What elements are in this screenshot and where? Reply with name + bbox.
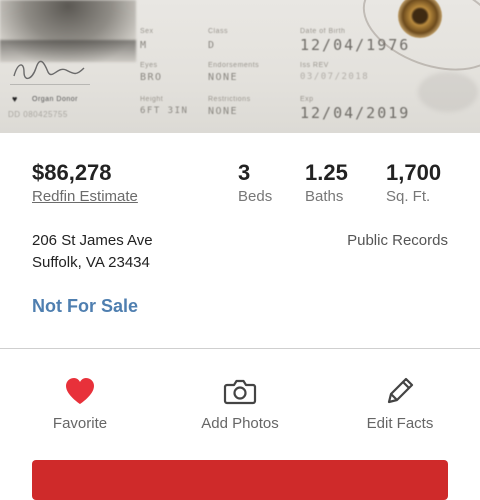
exp-value: 12/04/2019 — [300, 104, 411, 122]
height-label: Height — [140, 96, 164, 103]
sale-status: Not For Sale — [32, 296, 139, 316]
endorsements-label: Endorsements — [208, 62, 260, 69]
divider — [0, 348, 480, 349]
baths-value: 1.25 — [305, 160, 348, 185]
address-line2: Suffolk, VA 23434 — [32, 254, 150, 271]
sex-value: M — [140, 40, 148, 51]
edit-facts-button[interactable]: Edit Facts — [320, 374, 480, 432]
heart-icon — [66, 378, 94, 404]
sqft-value: 1,700 — [386, 160, 442, 185]
eyes-label: Eyes — [140, 62, 158, 69]
favorite-label: Favorite — [52, 415, 108, 432]
add-photos-button[interactable]: Add Photos — [160, 374, 320, 432]
ghost-image — [418, 72, 478, 112]
favorite-button[interactable]: Favorite — [0, 374, 160, 432]
class-label: Class — [208, 28, 229, 35]
eyes-value: BRO — [140, 72, 163, 83]
sex-label: Sex — [140, 28, 154, 35]
camera-icon — [223, 379, 257, 405]
address-line1: 206 St James Ave — [32, 232, 153, 249]
sqft-stat: 1,700 Sq. Ft. — [386, 160, 441, 205]
pencil-icon — [387, 377, 414, 404]
public-records-source: Public Records — [347, 232, 448, 249]
class-value: D — [208, 40, 216, 51]
beds-value: 3 — [238, 160, 251, 185]
iss-value: 03/07/2018 — [300, 72, 370, 82]
beds-stat: 3 Beds — [238, 160, 272, 205]
restrictions-label: Restrictions — [208, 96, 251, 103]
address: 206 St James Ave Suffolk, VA 23434 — [32, 230, 153, 274]
add-photos-label: Add Photos — [201, 415, 279, 432]
beds-label: Beds — [238, 188, 273, 205]
dd-number: DD 080425755 — [8, 110, 68, 119]
exp-label: Exp — [300, 96, 314, 103]
primary-action-button[interactable] — [32, 460, 448, 500]
heart-icon: ♥ — [12, 94, 18, 104]
dob-label: Date of Birth — [300, 28, 346, 35]
edit-facts-label: Edit Facts — [366, 415, 434, 432]
price-value: $86,278 — [32, 160, 112, 185]
height-value: 6FT 3IN — [140, 106, 189, 116]
baths-label: Baths — [305, 188, 344, 205]
signature-image — [10, 58, 90, 85]
price-block: $86,278 Redfin Estimate — [32, 160, 138, 205]
restrictions-value: NONE — [208, 106, 239, 117]
endorsements-value: NONE — [208, 72, 239, 83]
baths-stat: 1.25 Baths — [305, 160, 348, 205]
sqft-label: Sq. Ft. — [386, 188, 431, 205]
listing-photo[interactable]: ♥ Organ Donor DD 080425755 Sex M Class D… — [0, 0, 480, 133]
redfin-estimate-link[interactable]: Redfin Estimate — [32, 188, 138, 205]
iss-label: Iss REV — [300, 62, 329, 69]
organ-donor-label: Organ Donor — [32, 96, 78, 103]
